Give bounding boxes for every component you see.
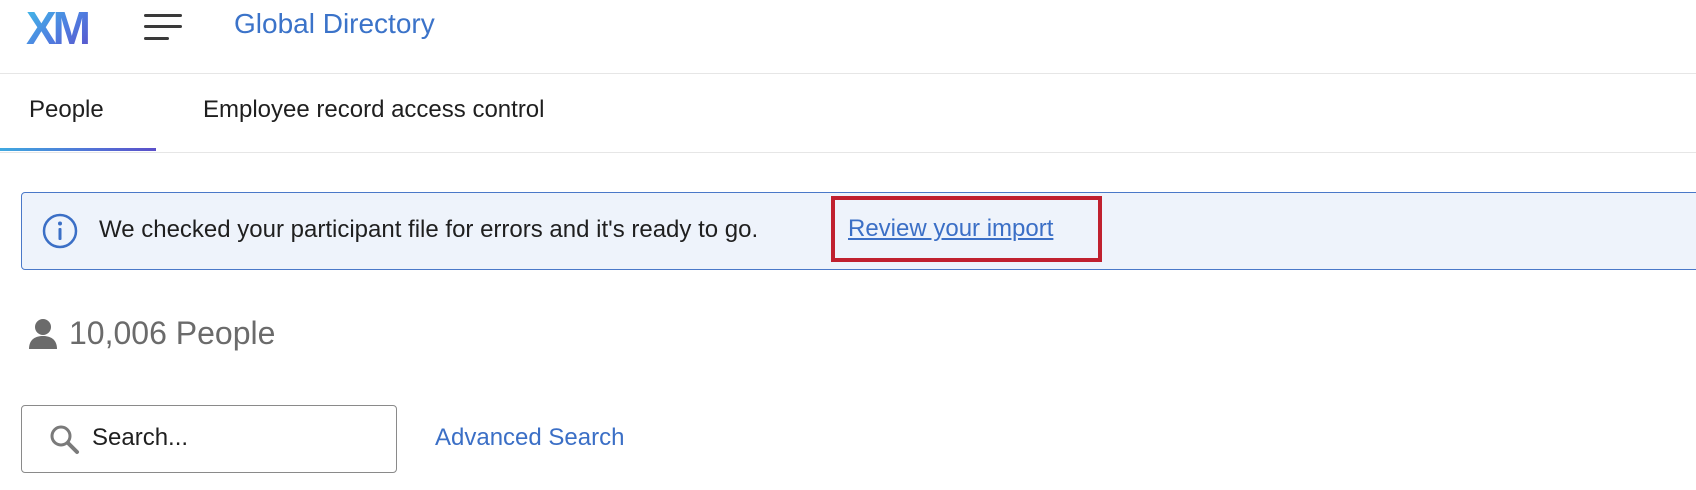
banner-message: We checked your participant file for err… xyxy=(99,216,759,243)
person-icon xyxy=(29,319,57,349)
tab-people[interactable]: People xyxy=(29,96,104,124)
active-tab-indicator xyxy=(0,148,156,151)
hamburger-menu-icon[interactable] xyxy=(142,12,182,44)
advanced-search-link[interactable]: Advanced Search xyxy=(435,424,624,452)
tab-bar: People Employee record access control xyxy=(0,74,1696,153)
app-header: XM Global Directory xyxy=(0,0,1696,74)
xm-logo[interactable]: XM xyxy=(26,4,102,50)
svg-text:XM: XM xyxy=(26,4,89,50)
search-box[interactable] xyxy=(21,405,397,473)
app-title[interactable]: Global Directory xyxy=(234,8,435,40)
search-input[interactable] xyxy=(92,420,382,456)
review-import-link[interactable]: Review your import xyxy=(848,215,1053,243)
search-icon xyxy=(50,425,79,454)
people-count-label: 10,006 People xyxy=(69,315,276,351)
tab-employee-record-access-control[interactable]: Employee record access control xyxy=(203,96,544,124)
info-icon xyxy=(42,213,78,249)
